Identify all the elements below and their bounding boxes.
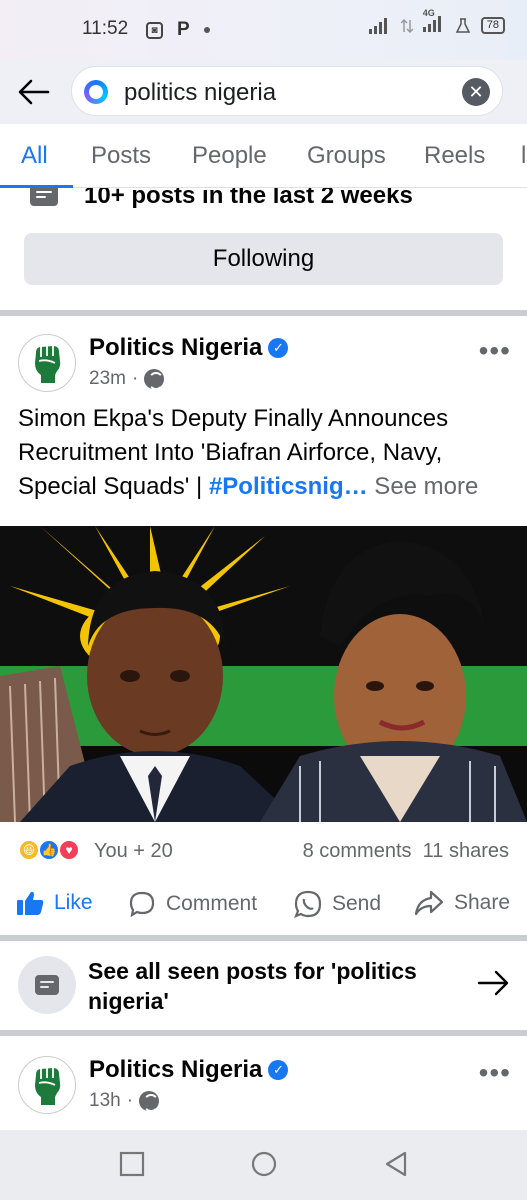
like-button[interactable]: Like xyxy=(16,890,93,916)
following-button[interactable]: Following xyxy=(24,233,503,285)
page-avatar[interactable] xyxy=(18,1056,76,1114)
see-more-link[interactable]: See more xyxy=(368,473,478,500)
flask-icon xyxy=(455,17,470,33)
status-indicators: 4G 78 xyxy=(368,8,505,35)
like-reaction-icon: 👍 xyxy=(38,839,60,861)
back-button[interactable] xyxy=(14,74,54,110)
send-button[interactable]: Send xyxy=(294,890,381,918)
post-time-text: 13h xyxy=(89,1090,121,1111)
thumbs-up-icon xyxy=(17,891,44,915)
tab-people[interactable]: People xyxy=(192,142,267,170)
post-page-name[interactable]: Politics Nigeria ✓ xyxy=(89,334,289,362)
recent-posts-count: 10+ posts in the last 2 weeks xyxy=(84,188,413,209)
search-header: politics nigeria ✕ xyxy=(0,60,527,124)
meta-ai-icon xyxy=(84,80,108,104)
shares-count[interactable]: 11 shares xyxy=(423,840,509,862)
search-input[interactable]: politics nigeria ✕ xyxy=(71,66,503,116)
share-arrow-icon xyxy=(414,890,444,916)
haha-reaction-icon: 😆 xyxy=(18,839,40,861)
posts-icon xyxy=(30,188,58,206)
post-options-button[interactable]: ••• xyxy=(479,337,511,365)
tab-overflow-edge[interactable]: l xyxy=(521,142,526,170)
home-button[interactable] xyxy=(250,1151,278,1179)
search-query: politics nigeria xyxy=(124,79,277,106)
post-timestamp: 23m · xyxy=(89,368,165,390)
comments-count[interactable]: 8 comments xyxy=(303,840,412,862)
posts-icon xyxy=(35,975,59,995)
comment-label: Comment xyxy=(166,892,258,915)
like-label: Like xyxy=(54,891,93,914)
battery-level: 78 xyxy=(480,17,505,34)
post-actions: Like Comment Send Share xyxy=(0,878,527,932)
section-divider xyxy=(0,935,527,941)
back-nav-button[interactable] xyxy=(383,1151,409,1177)
post-card: Politics Nigeria ✓ 13h · ••• xyxy=(0,1036,527,1130)
post-page-name[interactable]: Politics Nigeria ✓ xyxy=(89,1056,289,1084)
raised-fist-logo-icon xyxy=(35,1068,61,1105)
clear-search-button[interactable]: ✕ xyxy=(462,78,490,106)
more-notifications-dot-icon xyxy=(203,27,210,33)
send-label: Send xyxy=(332,892,382,915)
tab-all[interactable]: All xyxy=(21,142,48,170)
post-timestamp: 13h · xyxy=(89,1090,160,1112)
tab-groups[interactable]: Groups xyxy=(307,142,386,170)
whatsapp-icon xyxy=(294,890,322,918)
verified-badge-icon: ✓ xyxy=(268,338,289,358)
hashtag-link[interactable]: #Politicsnig… xyxy=(209,473,368,500)
p-app-icon: P xyxy=(177,19,190,40)
tab-posts[interactable]: Posts xyxy=(91,142,151,170)
recent-apps-button[interactable] xyxy=(119,1151,145,1177)
tab-reels[interactable]: Reels xyxy=(424,142,485,170)
search-tabs: All Posts People Groups Reels l xyxy=(0,124,527,188)
page-avatar[interactable] xyxy=(18,334,76,392)
post-photo xyxy=(0,526,527,822)
post-caption: Simon Ekpa's Deputy Finally Announces Re… xyxy=(18,402,518,504)
data-arrows-icon xyxy=(400,18,413,33)
page-name-text: Politics Nigeria xyxy=(89,1056,263,1083)
status-bar: 11:52 ◙ P 4G 78 xyxy=(0,0,527,60)
love-reaction-icon: ♥ xyxy=(58,839,80,861)
share-label: Share xyxy=(454,891,511,914)
post-time-text: 23m xyxy=(89,368,126,389)
engagement-counts[interactable]: 8 comments 11 shares xyxy=(303,840,509,863)
reactions-bar[interactable]: 😆 👍 ♥ You + 20 8 comments 11 shares xyxy=(0,822,527,878)
arrow-right-icon xyxy=(477,970,509,996)
public-globe-icon xyxy=(139,1091,160,1112)
notification-app-icon: ◙ xyxy=(146,21,163,39)
seen-posts-icon-wrap xyxy=(18,956,76,1014)
verified-badge-icon: ✓ xyxy=(268,1060,289,1080)
reactions-count: You + 20 xyxy=(94,840,173,862)
notification-icons: ◙ P xyxy=(146,19,210,41)
signal-4g-icon xyxy=(422,16,441,32)
network-type-label: 4G xyxy=(422,8,435,18)
signal-icon xyxy=(368,17,387,34)
see-all-seen-posts[interactable]: See all seen posts for 'politics nigeria… xyxy=(0,942,527,1030)
system-nav-bar xyxy=(0,1130,527,1200)
back-arrow-icon xyxy=(18,79,50,105)
page-result-card: 10+ posts in the last 2 weeks Following xyxy=(0,188,527,310)
comment-button[interactable]: Comment xyxy=(128,890,257,918)
page-name-text: Politics Nigeria xyxy=(89,334,263,361)
raised-fist-logo-icon xyxy=(35,346,61,383)
comment-bubble-icon xyxy=(129,891,155,918)
post-image[interactable] xyxy=(0,526,527,822)
public-globe-icon xyxy=(144,369,165,390)
share-button[interactable]: Share xyxy=(414,890,510,916)
post-card: Politics Nigeria ✓ 23m · ••• Simon Ekpa's … xyxy=(0,316,527,936)
post-options-button[interactable]: ••• xyxy=(479,1059,511,1087)
status-time: 11:52 xyxy=(82,18,129,39)
seen-posts-label: See all seen posts for 'politics nigeria… xyxy=(88,958,417,1014)
